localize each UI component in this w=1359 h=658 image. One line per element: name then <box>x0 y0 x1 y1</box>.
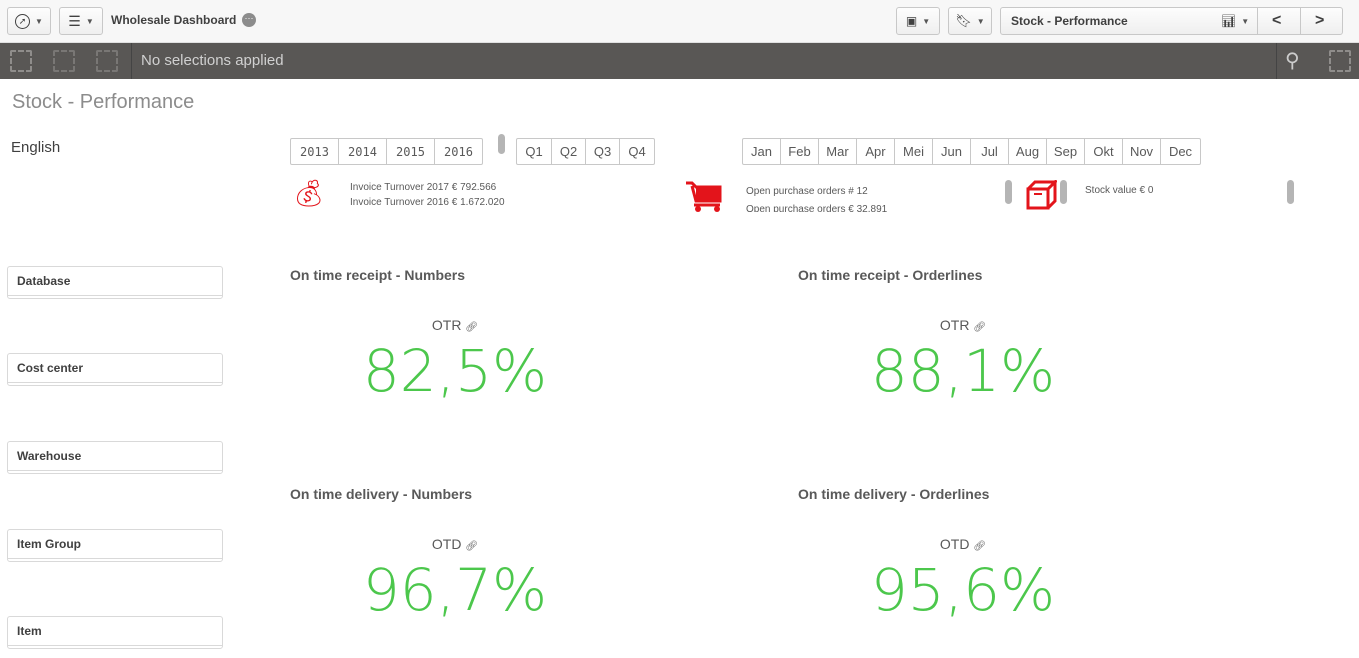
listbox-title: Cost center <box>17 361 84 375</box>
sheets-list-button[interactable]: ☰ ▼ <box>59 7 103 35</box>
listbox-item-group[interactable]: Item Group <box>7 529 223 562</box>
filter-month[interactable]: Jan <box>743 139 781 164</box>
link-icon: 🔗︎ <box>973 322 987 333</box>
kpi-label: OTD 🔗︎ <box>431 536 479 552</box>
filter-year[interactable]: 2013 <box>291 139 339 164</box>
list-icon: ☰ <box>68 12 81 29</box>
filter-month[interactable]: Mei <box>895 139 933 164</box>
scroll-handle[interactable] <box>1287 180 1294 204</box>
listbox-title: Warehouse <box>17 449 82 463</box>
chevron-down-icon: ▼ <box>85 16 94 26</box>
previous-sheet-button[interactable]: < <box>1272 12 1281 30</box>
listbox-item[interactable]: Item <box>7 616 223 649</box>
money-bag-icon: 💰︎ <box>292 178 326 208</box>
kpi-label: OTR 🔗︎ <box>431 317 479 333</box>
filter-quarter[interactable]: Q2 <box>552 139 586 164</box>
filter-month[interactable]: Dec <box>1161 139 1200 164</box>
kpi-value: 88,1% <box>870 337 1056 405</box>
quarter-filter: Q1 Q2 Q3 Q4 <box>516 138 655 165</box>
filter-month[interactable]: Mar <box>819 139 857 164</box>
filter-month[interactable]: Aug <box>1009 139 1047 164</box>
year-filter: 2013 2014 2015 2016 <box>290 138 483 165</box>
filter-month[interactable]: Nov <box>1123 139 1161 164</box>
filter-year[interactable]: 2015 <box>387 139 435 164</box>
scroll-handle[interactable] <box>1005 180 1012 204</box>
open-po-value: Open purchase orders € 32.891 <box>746 204 888 212</box>
kpi-label: OTR 🔗︎ <box>939 317 987 333</box>
bookmark-icon: 🔖︎ <box>955 13 972 28</box>
filter-month[interactable]: Jun <box>933 139 971 164</box>
kpi-value: 96,7% <box>362 556 548 624</box>
top-toolbar: ➚ ▼ ☰ ▼ Wholesale Dashboard ··· ▣ ▼ 🔖︎ ▼ Sto… <box>0 0 1359 43</box>
scroll-handle[interactable] <box>1060 180 1067 204</box>
purchase-kpi: Open purchase orders # 12 Open purchase … <box>746 183 887 212</box>
listbox-database[interactable]: Database <box>7 266 223 299</box>
sheet-selector[interactable]: Stock - Performance 📊︎ ▼ < > <box>1000 7 1343 35</box>
shopping-cart-icon <box>686 181 722 212</box>
app-title: Wholesale Dashboard <box>111 13 237 27</box>
more-icon[interactable]: ··· <box>242 13 256 27</box>
page-title: Stock - Performance <box>12 91 195 113</box>
present-button[interactable]: ▣ ▼ <box>896 7 940 35</box>
listbox-title: Item <box>17 624 42 638</box>
step-back-icon[interactable] <box>10 50 32 72</box>
listbox-title: Item Group <box>17 537 82 551</box>
chevron-down-icon: ▼ <box>922 16 931 26</box>
presentation-icon: ▣ <box>905 14 918 28</box>
kpi-title: On time receipt - Orderlines <box>798 267 983 283</box>
link-icon: 🔗︎ <box>465 322 479 333</box>
scroll-handle[interactable] <box>498 134 505 154</box>
filter-month[interactable]: Feb <box>781 139 819 164</box>
search-icon[interactable]: ⚲ <box>1285 48 1300 73</box>
selection-tool-icon[interactable] <box>1329 50 1351 72</box>
link-icon: 🔗︎ <box>973 541 987 552</box>
invoice-turnover-2017: Invoice Turnover 2017 € 792.566 <box>350 182 497 193</box>
sheet-chart-icon: 📊︎ <box>1221 14 1237 28</box>
filter-month[interactable]: Okt <box>1085 139 1123 164</box>
open-po-count: Open purchase orders # 12 <box>746 186 868 197</box>
listbox-warehouse[interactable]: Warehouse <box>7 441 223 474</box>
filter-month[interactable]: Apr <box>857 139 895 164</box>
kpi-title: On time receipt - Numbers <box>290 267 466 283</box>
filter-month[interactable]: Jul <box>971 139 1009 164</box>
next-sheet-button[interactable]: > <box>1315 12 1324 30</box>
invoice-turnover-2016: Invoice Turnover 2016 € 1.672.020 <box>350 197 505 208</box>
kpi-label: OTD 🔗︎ <box>939 536 987 552</box>
filter-quarter[interactable]: Q3 <box>586 139 620 164</box>
selections-bar: No selections applied ⚲ <box>0 43 1359 79</box>
invoice-kpi: Invoice Turnover 2017 € 792.566 Invoice … <box>350 180 505 210</box>
kpi-title: On time delivery - Orderlines <box>798 486 990 502</box>
filter-quarter[interactable]: Q1 <box>517 139 552 164</box>
listbox-cost-center[interactable]: Cost center <box>7 353 223 386</box>
chevron-down-icon: ▼ <box>35 16 43 26</box>
bookmark-button[interactable]: 🔖︎ ▼ <box>948 7 992 35</box>
chevron-down-icon: ▼ <box>976 16 985 26</box>
compass-icon: ➚ <box>15 13 31 29</box>
step-forward-icon[interactable] <box>53 50 75 72</box>
sheet-selector-label: Stock - Performance <box>1011 14 1128 28</box>
chevron-down-icon: ▼ <box>1241 16 1250 26</box>
filter-quarter[interactable]: Q4 <box>620 139 654 164</box>
selection-status: No selections applied <box>141 52 284 69</box>
month-filter: Jan Feb Mar Apr Mei Jun Jul Aug Sep Okt Nov Dec <box>742 138 1201 165</box>
box-icon <box>1026 180 1057 210</box>
clear-selections-icon[interactable] <box>96 50 118 72</box>
filter-month[interactable]: Sep <box>1047 139 1085 164</box>
filter-year[interactable]: 2014 <box>339 139 387 164</box>
listbox-title: Database <box>17 274 71 288</box>
filter-year[interactable]: 2016 <box>435 139 482 164</box>
kpi-value: 82,5% <box>362 337 548 405</box>
link-icon: 🔗︎ <box>465 541 479 552</box>
language-label: English <box>11 139 61 156</box>
stock-value: Stock value € 0 <box>1085 185 1154 196</box>
navigation-menu-button[interactable]: ➚ ▼ <box>7 7 51 35</box>
kpi-title: On time delivery - Numbers <box>290 486 473 502</box>
kpi-value: 95,6% <box>870 556 1056 624</box>
